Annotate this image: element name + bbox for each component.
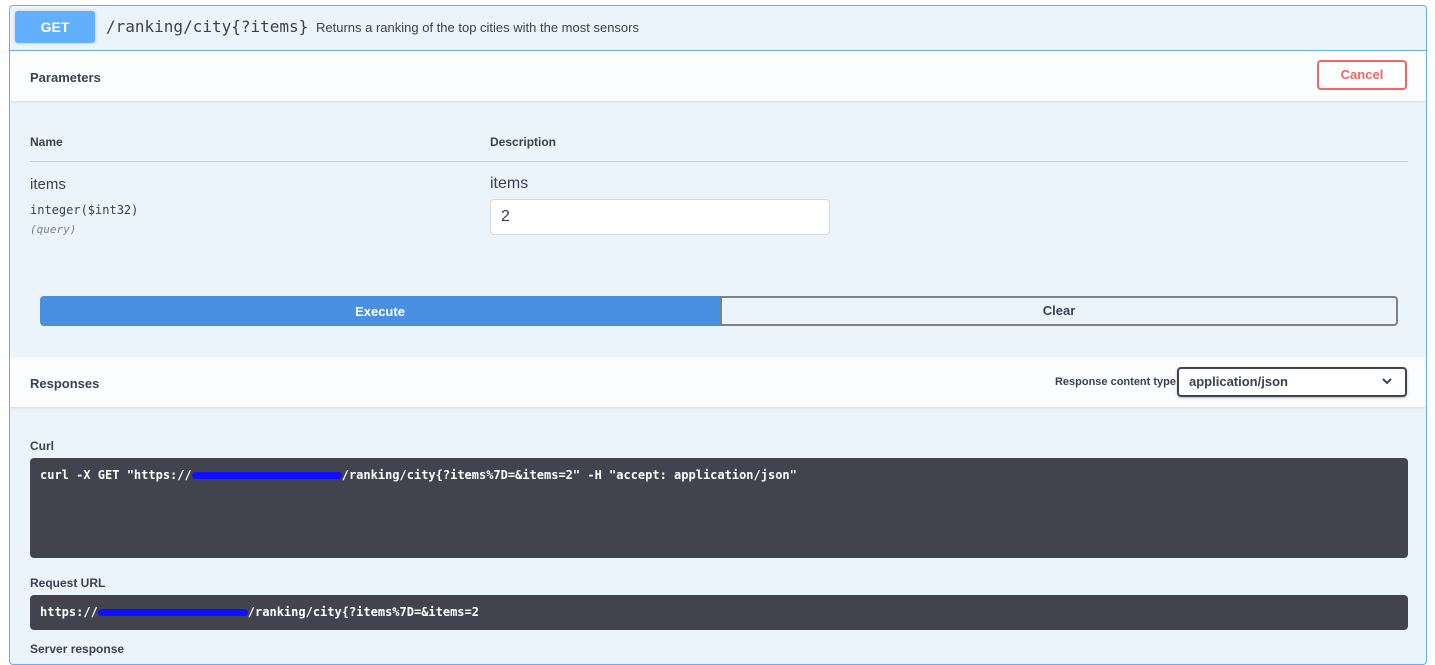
param-location: (query)	[30, 223, 77, 236]
param-type: integer($int32)	[30, 203, 139, 217]
column-description-header: Description	[490, 135, 557, 149]
opblock-get: GET /ranking/city{?items} Returns a rank…	[9, 5, 1427, 665]
items-input[interactable]	[490, 199, 830, 235]
curl-prefix: curl -X GET "https://	[40, 468, 192, 482]
request-url-block[interactable]: https:// /ranking/city{?items%7D=&items=2	[30, 595, 1408, 630]
response-content-type-value: application/json	[1189, 374, 1288, 389]
clear-button[interactable]: Clear	[720, 296, 1398, 326]
curl-suffix: /ranking/city{?items%7D=&items=2" -H "ac…	[341, 468, 797, 482]
responses-header: Responses Response content type applicat…	[10, 357, 1426, 407]
execute-button[interactable]: Execute	[40, 296, 720, 326]
server-response-title: Server response	[30, 642, 125, 656]
operation-path: /ranking/city{?items}	[106, 17, 309, 36]
request-url-title: Request URL	[30, 576, 106, 590]
divider	[30, 161, 1408, 162]
curl-title: Curl	[30, 439, 54, 453]
param-description: items	[490, 175, 529, 192]
request-url-prefix: https://	[40, 605, 98, 619]
chevron-down-icon	[1381, 369, 1393, 403]
redaction-mark	[191, 472, 342, 479]
curl-code-block[interactable]: curl -X GET "https:// /ranking/city{?item…	[30, 458, 1408, 558]
response-content-type-select[interactable]: application/json	[1177, 367, 1407, 397]
redaction-mark	[97, 609, 248, 616]
method-badge: GET	[15, 11, 95, 43]
cancel-button[interactable]: Cancel	[1317, 60, 1407, 90]
param-name: items	[30, 176, 66, 193]
parameters-header: Parameters Cancel	[10, 51, 1426, 101]
parameters-title: Parameters	[30, 70, 101, 85]
responses-title: Responses	[30, 376, 100, 391]
response-content-type-label: Response content type	[1054, 376, 1176, 388]
column-name-header: Name	[30, 135, 63, 149]
execute-wrapper: Execute Clear	[40, 296, 1398, 326]
operation-summary[interactable]: GET /ranking/city{?items} Returns a rank…	[10, 6, 1426, 51]
operation-summary-text: Returns a ranking of the top cities with…	[316, 20, 639, 35]
request-url-suffix: /ranking/city{?items%7D=&items=2	[247, 605, 479, 619]
